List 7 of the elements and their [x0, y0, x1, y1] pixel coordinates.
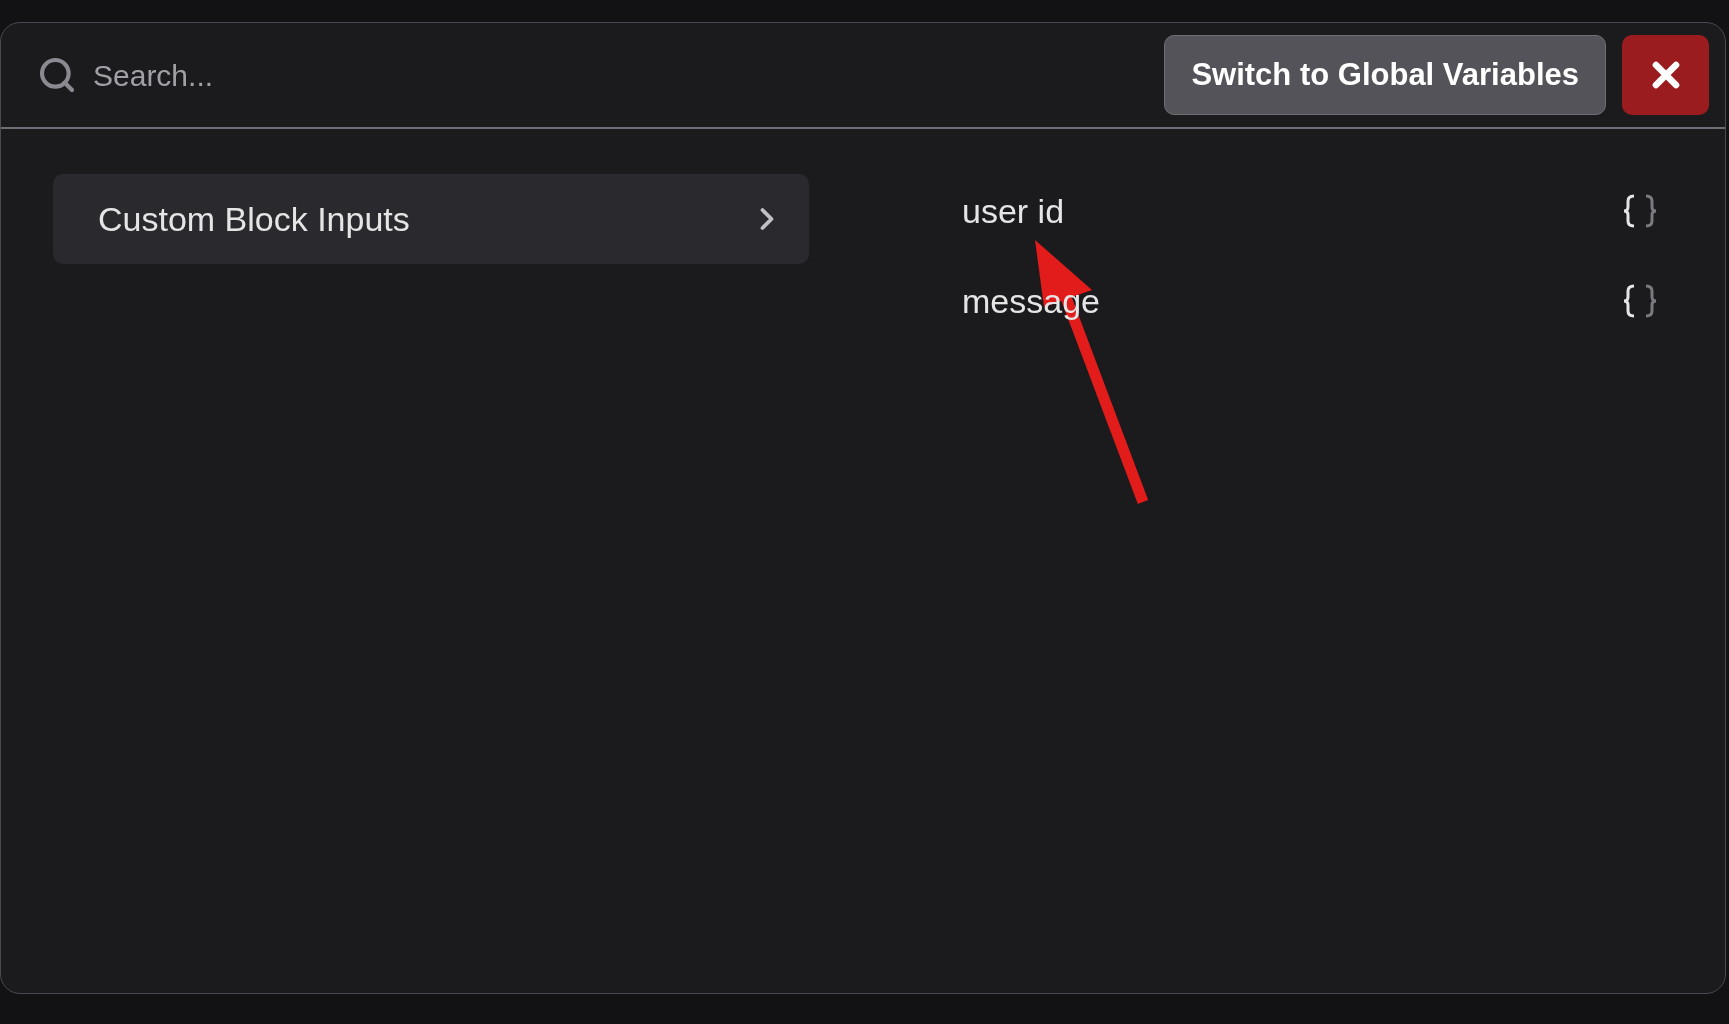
variable-name: user id [962, 190, 1065, 232]
search-field[interactable]: Search... [93, 52, 1149, 98]
close-button[interactable] [1622, 35, 1709, 115]
search-icon [37, 55, 77, 95]
variable-item[interactable]: user id [962, 166, 1660, 256]
switch-button[interactable]: Switch to Global Variables [1164, 35, 1606, 115]
category-item[interactable]: Custom Block Inputs [53, 174, 809, 264]
